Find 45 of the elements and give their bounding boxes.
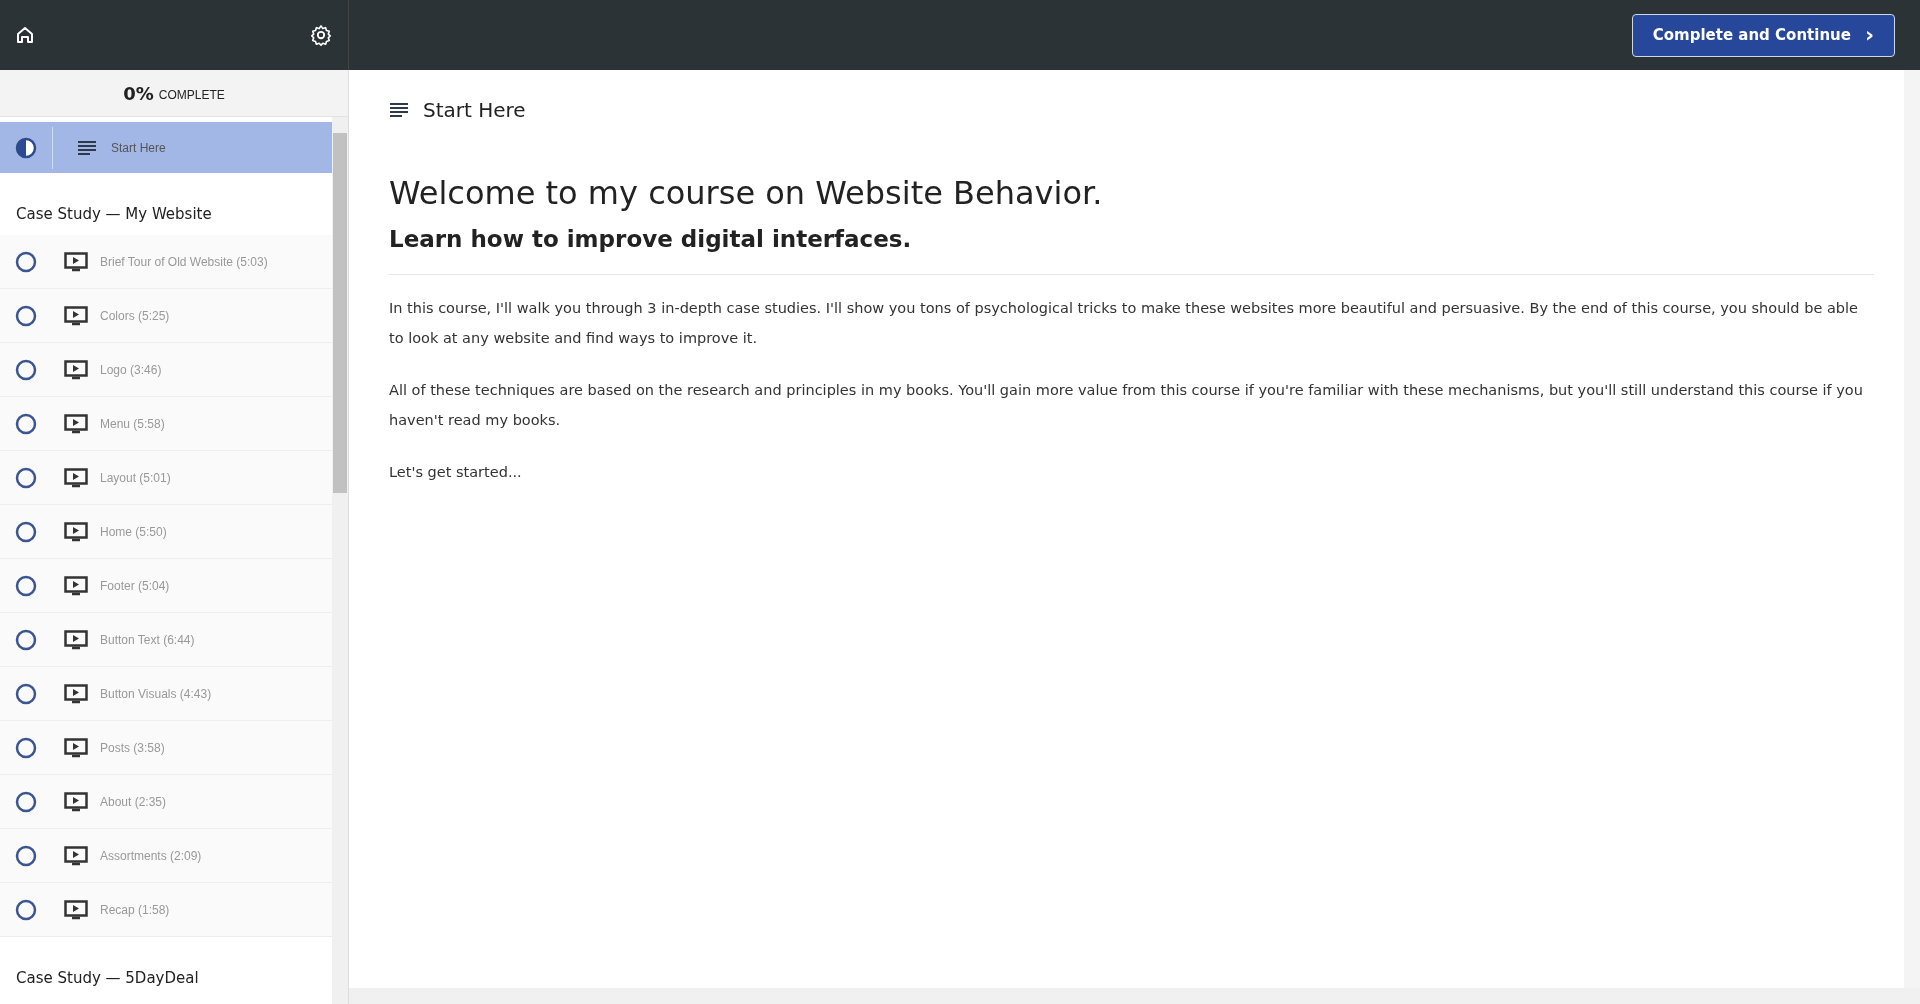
lesson-item[interactable]: Button Text (6:44)	[0, 613, 332, 667]
text-icon	[77, 139, 97, 156]
lesson-item[interactable]: Menu (5:58)	[0, 397, 332, 451]
section-title: Case Study — 5DayDeal	[15, 968, 200, 989]
progress-percent: 0%	[123, 82, 154, 104]
video-icon	[64, 251, 88, 272]
paragraph: Let's get started...	[389, 463, 523, 482]
lesson-item[interactable]: Logo (3:46)	[0, 343, 332, 397]
video-icon	[64, 899, 88, 920]
lesson-item[interactable]: Start Here	[0, 122, 332, 173]
video-icon	[64, 359, 88, 380]
lesson-item[interactable]: Layout (5:01)	[0, 451, 332, 505]
video-icon	[64, 737, 88, 758]
video-icon	[64, 791, 88, 812]
home-icon[interactable]	[16, 26, 34, 44]
text-icon	[389, 102, 409, 118]
lesson-item[interactable]: Posts (3:58)	[0, 721, 332, 775]
complete-and-continue-button[interactable]: Complete and Continue ›	[1631, 13, 1895, 57]
section-title: Case Study — My Website	[15, 204, 213, 225]
video-icon	[64, 305, 88, 326]
video-icon	[64, 845, 88, 866]
video-icon	[64, 467, 88, 488]
lesson-item[interactable]: Assortments (2:09)	[0, 829, 332, 883]
video-icon	[64, 629, 88, 650]
video-icon	[64, 683, 88, 704]
scrollbar-thumb[interactable]	[333, 133, 347, 493]
horizontal-scrollbar[interactable]	[349, 988, 1920, 1004]
video-icon	[64, 575, 88, 596]
lesson-item[interactable]: Colors (5:25)	[0, 289, 332, 343]
paragraph: In this course, I'll walk you through 3 in-depth case studies. I'll show you tons of psychological tricks to make these websites more beautiful and persuasive. By the end of this course, you should be able to look at any website and find ways to improve it.	[389, 299, 1859, 348]
lesson-item[interactable]: Footer (5:04)	[0, 559, 332, 613]
video-icon	[64, 413, 88, 434]
vertical-scrollbar[interactable]	[1904, 70, 1920, 988]
course-heading: Welcome to my course on Website Behavior.	[389, 174, 1104, 212]
course-subheading: Learn how to improve digital interfaces.	[389, 226, 913, 252]
settings-icon[interactable]	[310, 24, 332, 46]
lesson-item[interactable]: About (2:35)	[0, 775, 332, 829]
video-icon	[64, 521, 88, 542]
paragraph: All of these techniques are based on the research and principles in my books. You'll gain more value from this course if you're familiar with these mechanisms, but you'll still understand this course if you haven't read my books.	[389, 381, 1864, 430]
lesson-item[interactable]: Brief Tour of Old Website (5:03)	[0, 235, 332, 289]
progress-label: COMPLETE	[158, 87, 225, 102]
lesson-item[interactable]: Recap (1:58)	[0, 883, 332, 937]
lesson-item[interactable]: Home (5:50)	[0, 505, 332, 559]
lesson-item[interactable]: Button Visuals (4:43)	[0, 667, 332, 721]
lecture-title: Start Here	[423, 98, 526, 122]
